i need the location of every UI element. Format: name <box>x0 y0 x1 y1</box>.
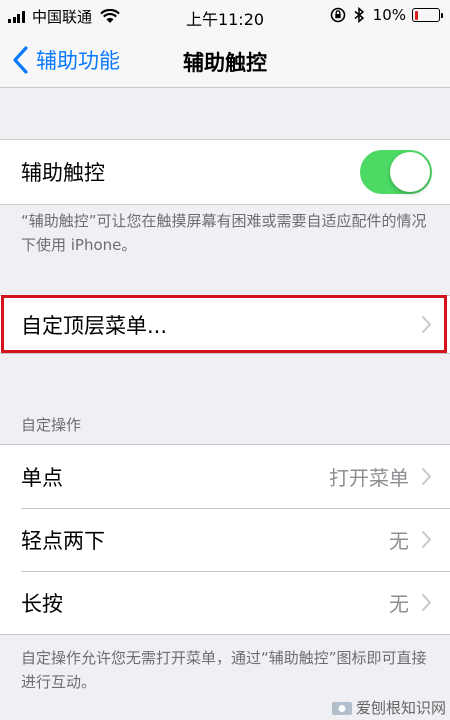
assistivetouch-toggle[interactable] <box>360 150 432 194</box>
assistivetouch-cell: 辅助触控 <box>0 140 450 204</box>
bluetooth-icon <box>354 7 364 23</box>
navigation-bar: 辅助功能 辅助触控 <box>0 32 450 88</box>
status-bar: 中国联通 上午11:20 10% <box>0 0 450 32</box>
customize-menu-label: 自定顶层菜单... <box>21 313 168 338</box>
assistivetouch-label: 辅助触控 <box>21 161 105 185</box>
back-label: 辅助功能 <box>36 49 120 73</box>
single-tap-cell[interactable]: 单点 打开菜单 <box>0 445 450 508</box>
assistivetouch-footnote: “辅助触控”可让您在触摸屏幕有困难或需要自适应配件的情况下使用 iPhone。 <box>21 212 427 254</box>
back-button[interactable]: 辅助功能 <box>10 42 120 78</box>
chevron-right-icon <box>422 316 431 333</box>
chevron-left-icon <box>13 46 28 74</box>
long-press-label: 长按 <box>21 591 63 616</box>
long-press-cell[interactable]: 长按 无 <box>0 571 450 634</box>
custom-actions-group: 单点 打开菜单 轻点两下 无 长按 无 <box>0 444 450 635</box>
chevron-right-icon <box>422 531 431 548</box>
single-tap-value: 打开菜单 <box>329 466 409 490</box>
double-tap-label: 轻点两下 <box>21 528 105 553</box>
double-tap-value: 无 <box>389 529 409 553</box>
custom-actions-header: 自定操作 <box>21 416 82 434</box>
watermark-logo-icon <box>331 701 352 715</box>
battery-icon <box>412 8 443 22</box>
customize-group: 自定顶层菜单... <box>0 295 450 354</box>
watermark-text: 爱刨根知识网 <box>355 699 446 717</box>
custom-actions-footnote: 自定操作允许您无需打开菜单，通过“辅助触控”图标即可直接进行互动。 <box>21 649 427 691</box>
orientation-lock-icon <box>330 7 345 23</box>
toggle-group: 辅助触控 <box>0 139 450 205</box>
single-tap-label: 单点 <box>21 465 63 490</box>
long-press-value: 无 <box>389 592 409 616</box>
battery-percent: 10% <box>372 6 406 24</box>
watermark: 爱刨根知识网 <box>331 697 446 718</box>
status-right: 10% <box>322 6 443 24</box>
customize-top-level-menu-cell[interactable]: 自定顶层菜单... <box>0 296 450 353</box>
double-tap-cell[interactable]: 轻点两下 无 <box>0 508 450 571</box>
chevron-right-icon <box>422 468 431 485</box>
chevron-right-icon <box>422 594 431 611</box>
toggle-knob <box>390 152 430 192</box>
